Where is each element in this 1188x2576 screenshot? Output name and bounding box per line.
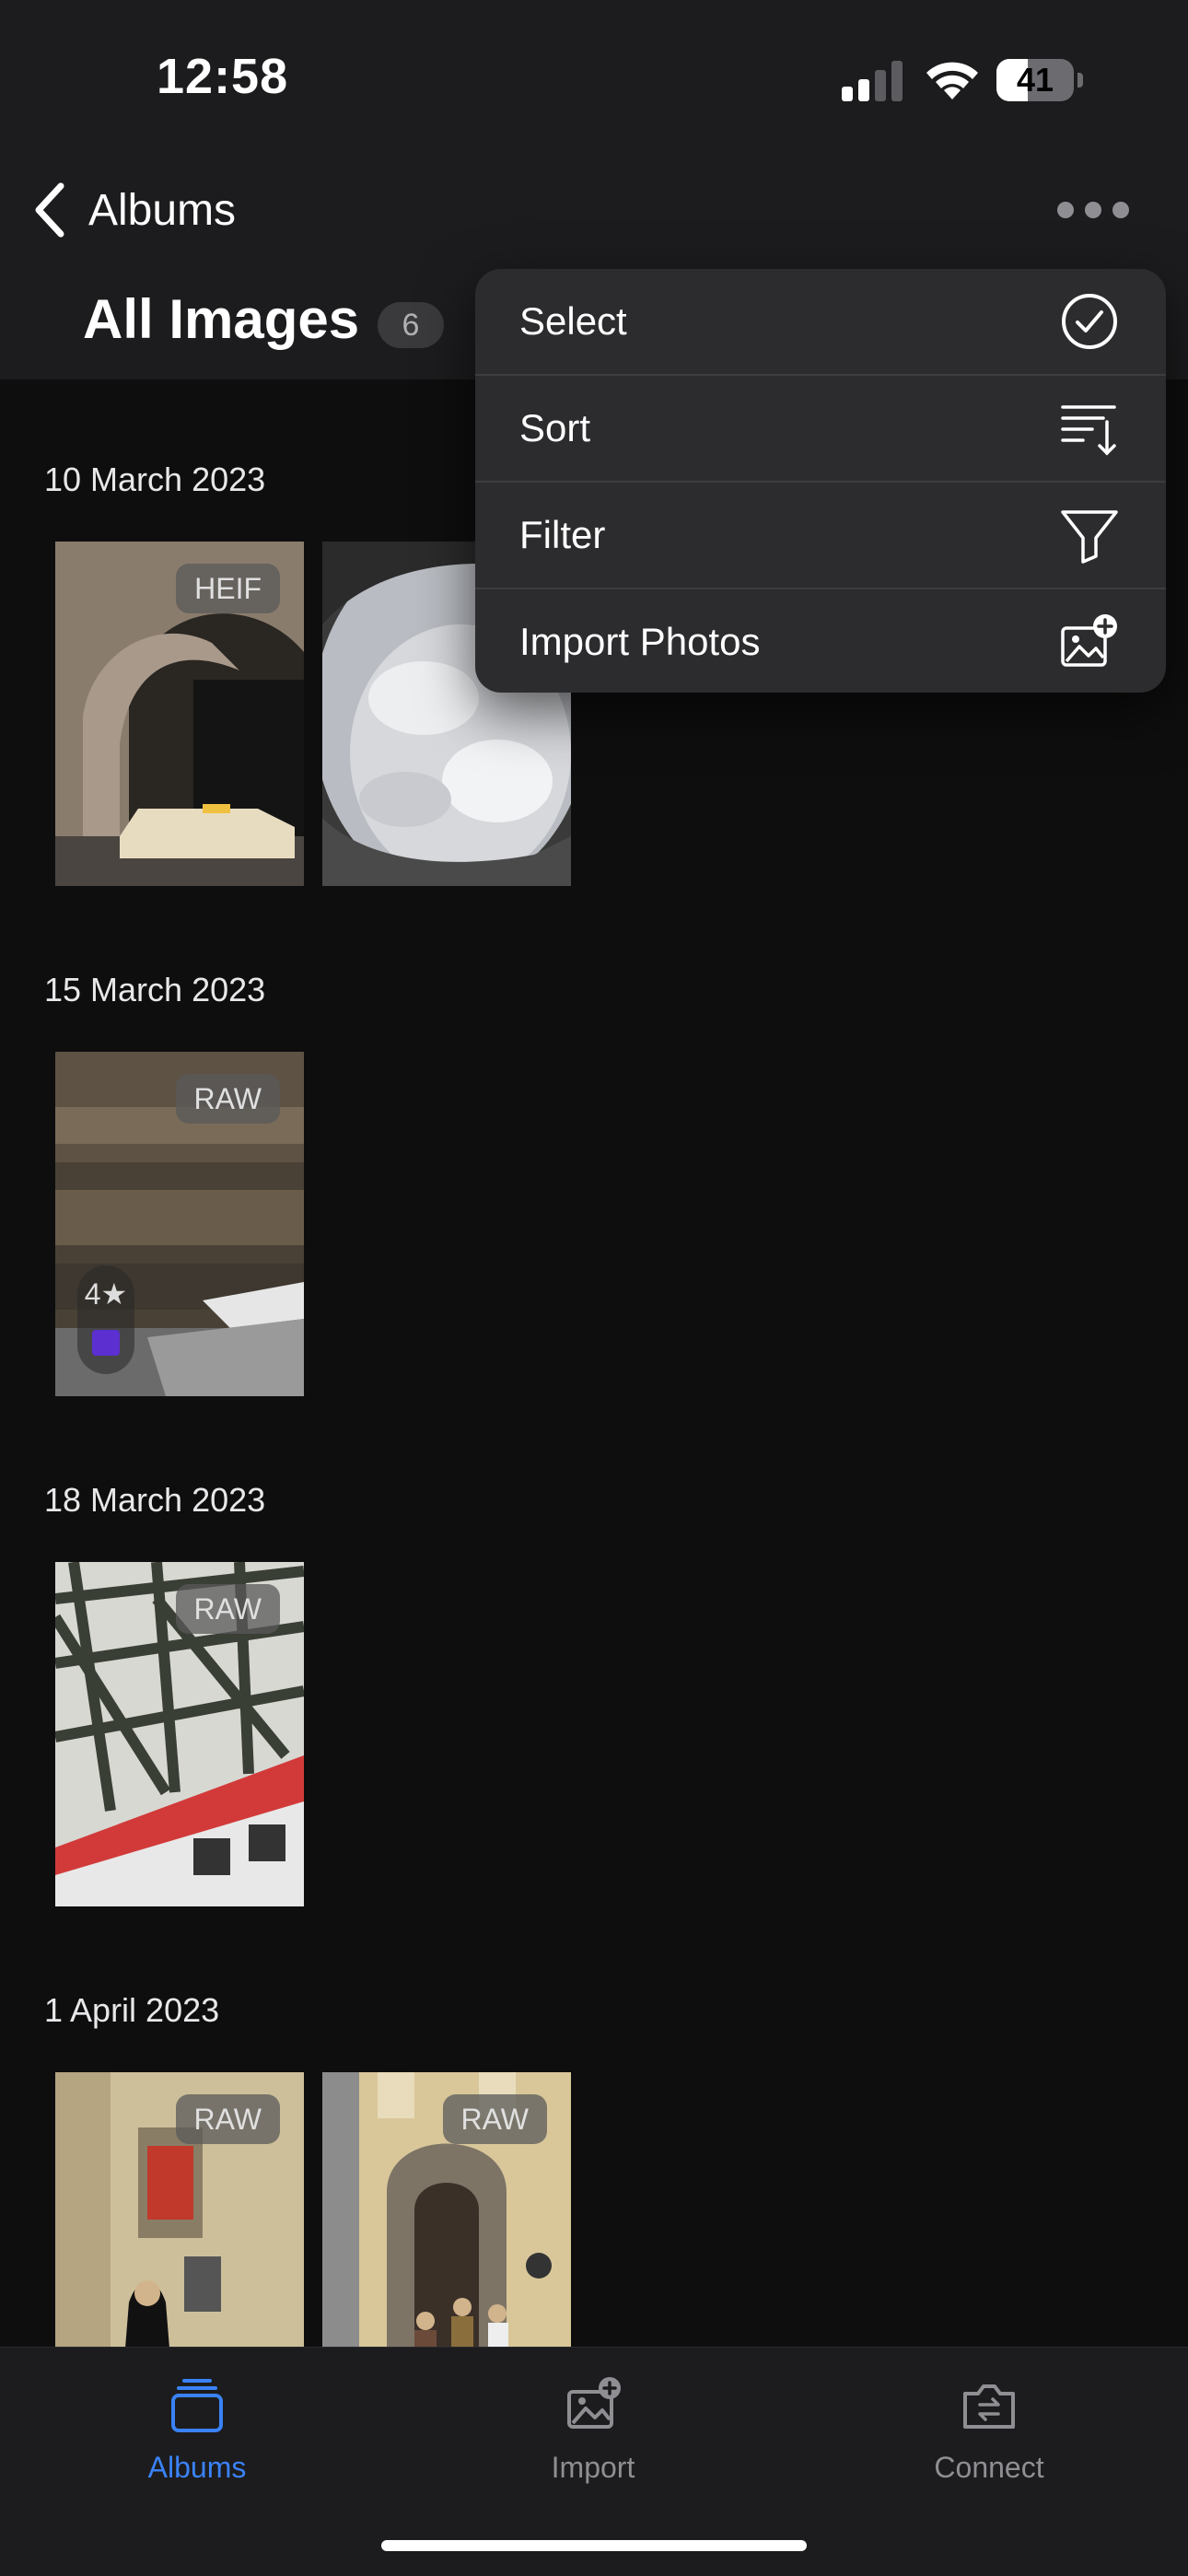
photo-thumbnail-arch-taxi[interactable]: HEIF [55, 542, 304, 886]
battery-percentage: 41 [1016, 61, 1054, 99]
page-title: All Images [83, 288, 360, 350]
photo-thumbnail-train-bridge[interactable]: RAW [55, 1562, 304, 1906]
tab-label: Import [551, 2451, 635, 2484]
wifi-icon [926, 62, 978, 99]
options-menu: Select Sort Filter Import Photos [475, 269, 1166, 693]
menu-item-label: Sort [519, 406, 591, 449]
filter-icon [1061, 510, 1118, 564]
tab-label: Albums [147, 2451, 247, 2484]
photo-add-icon [1061, 614, 1117, 667]
date-header: 10 March 2023 [44, 460, 266, 498]
date-header: 15 March 2023 [44, 971, 266, 1008]
cellular-signal-icon [842, 61, 903, 101]
menu-item-import-photos[interactable]: Import Photos [475, 589, 1166, 693]
image-count-badge: 6 [378, 302, 444, 348]
albums-icon [171, 2379, 223, 2432]
menu-item-select[interactable]: Select [475, 269, 1166, 374]
more-dots-icon [1057, 202, 1074, 218]
date-header: 18 March 2023 [44, 1481, 266, 1519]
sort-icon [1061, 405, 1116, 456]
photo-thumbnail-wall-figure[interactable]: RAW [55, 2072, 304, 2347]
photo-thumbnail-motion-blur[interactable]: RAW 4★ [55, 1052, 304, 1396]
format-badge: RAW [175, 1074, 280, 1124]
date-header: 1 April 2023 [44, 1991, 220, 2029]
menu-item-sort[interactable]: Sort [475, 376, 1166, 481]
rating-indicator: 4★ [77, 1265, 134, 1374]
back-label: Albums [88, 185, 237, 235]
format-badge: HEIF [176, 564, 280, 613]
status-time: 12:58 [157, 49, 289, 104]
menu-item-label: Filter [519, 513, 606, 556]
tab-label: Connect [934, 2451, 1044, 2484]
color-label-tag [92, 1330, 120, 1356]
import-icon [567, 2377, 621, 2429]
tab-connect[interactable]: Connect [851, 2375, 1127, 2504]
tab-import[interactable]: Import [455, 2375, 731, 2504]
menu-item-label: Import Photos [519, 620, 761, 663]
menu-item-filter[interactable]: Filter [475, 483, 1166, 588]
format-badge: RAW [175, 2094, 280, 2144]
battery-icon: 41 [996, 59, 1085, 101]
format-badge: RAW [175, 1584, 280, 1634]
back-button[interactable]: Albums [31, 175, 236, 245]
more-options-button[interactable] [1057, 192, 1129, 228]
home-indicator [381, 2540, 807, 2551]
chevron-left-icon [35, 182, 64, 238]
star-rating: 4★ [84, 1277, 128, 1311]
photo-thumbnail-doorway-people[interactable]: RAW [322, 2072, 571, 2347]
menu-item-label: Select [519, 299, 627, 343]
tab-albums[interactable]: Albums [59, 2375, 335, 2504]
checkmark-circle-icon [1062, 294, 1117, 349]
format-badge: RAW [442, 2094, 547, 2144]
connect-camera-icon [963, 2384, 1015, 2429]
